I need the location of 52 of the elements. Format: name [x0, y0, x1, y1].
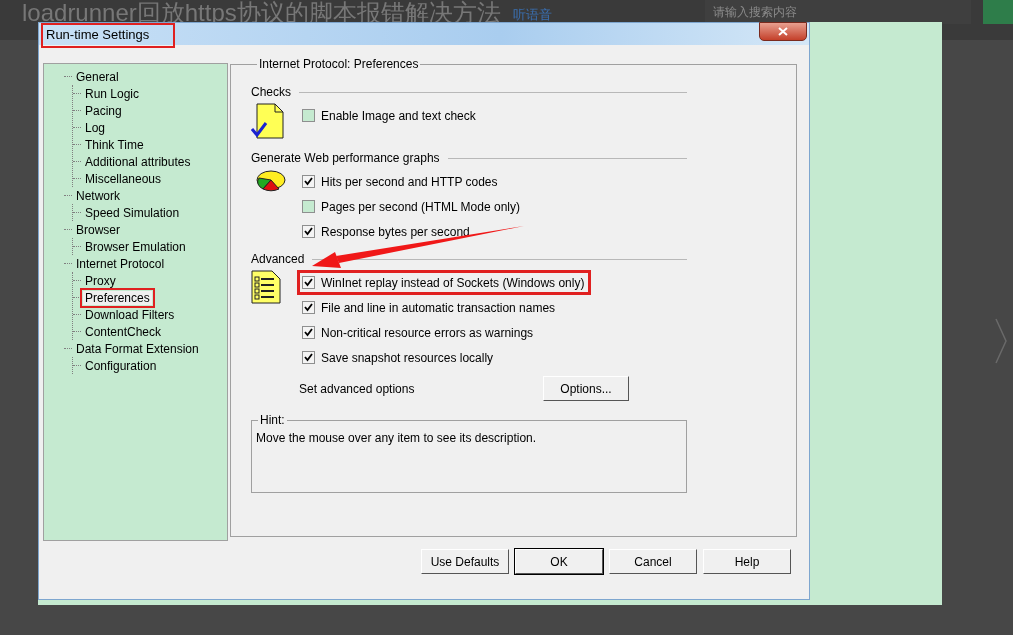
tree-item[interactable]: Run Logic [83, 86, 142, 101]
tree-item[interactable]: Internet Protocol [74, 256, 167, 271]
tree-item[interactable]: Proxy [83, 273, 118, 288]
checkbox[interactable] [302, 351, 315, 364]
checkbox[interactable] [302, 276, 315, 289]
close-button[interactable] [759, 22, 807, 41]
checkbox[interactable] [302, 225, 315, 238]
section-title: Generate Web performance graphs [251, 151, 440, 165]
tree-item[interactable]: Miscellaneous [83, 171, 164, 186]
checkbox[interactable] [302, 326, 315, 339]
tree-item[interactable]: Pacing [83, 103, 124, 118]
dialog-button[interactable]: OK [515, 549, 603, 574]
tree-item[interactable]: Speed Simulation [83, 205, 182, 220]
close-icon [778, 27, 788, 36]
checkbox[interactable] [302, 175, 315, 188]
checkbox[interactable] [302, 200, 315, 213]
option-label: File and line in automatic transaction names [321, 300, 556, 315]
dialog-button[interactable]: Cancel [609, 549, 697, 574]
option-label: Save snapshot resources locally [321, 350, 494, 365]
tree-item[interactable]: General [74, 69, 121, 84]
hint-title: Hint: [259, 413, 286, 427]
document-check-icon [251, 103, 285, 139]
search-field[interactable]: 请输入搜索内容 [705, 0, 971, 24]
window-title: Run-time Settings [41, 22, 176, 48]
tree-item[interactable]: Additional attributes [83, 154, 193, 169]
option-label: Enable Image and text check [321, 108, 476, 123]
tree-item[interactable]: Browser [74, 222, 122, 237]
tree-item[interactable]: Download Filters [83, 307, 177, 322]
section-title: Advanced [251, 252, 305, 266]
tree-item[interactable]: Log [83, 120, 108, 135]
panel-title: Internet Protocol: Preferences [258, 57, 420, 71]
option-label: Non-critical resource errors as warnings [321, 325, 534, 340]
tree-item[interactable]: Think Time [83, 137, 146, 152]
option-label: Hits per second and HTTP codes [321, 174, 498, 189]
checklist-icon [251, 270, 281, 304]
option-label: WinInet replay instead of Sockets (Windows only) [321, 275, 585, 290]
checkbox[interactable] [302, 301, 315, 314]
hint-text: Move the mouse over any item to see its description. [256, 431, 538, 445]
options-button[interactable]: Options... [543, 376, 629, 401]
dialog-button[interactable]: Use Defaults [421, 549, 509, 574]
dialog-button[interactable]: Help [703, 549, 791, 574]
tree-item[interactable]: ContentCheck [83, 324, 164, 339]
options-label: Set advanced options [299, 381, 415, 396]
tree-item[interactable]: Browser Emulation [83, 239, 188, 254]
option-label: Pages per second (HTML Mode only) [321, 199, 520, 214]
tree-item[interactable]: Configuration [83, 358, 159, 373]
section-title: Checks [251, 85, 291, 99]
tree-item[interactable]: Preferences [83, 290, 152, 305]
option-label: Response bytes per second [321, 224, 470, 239]
checkbox[interactable] [302, 109, 315, 122]
tree-item[interactable]: Data Format Extension [74, 341, 201, 356]
tree-item[interactable]: Network [74, 188, 122, 203]
